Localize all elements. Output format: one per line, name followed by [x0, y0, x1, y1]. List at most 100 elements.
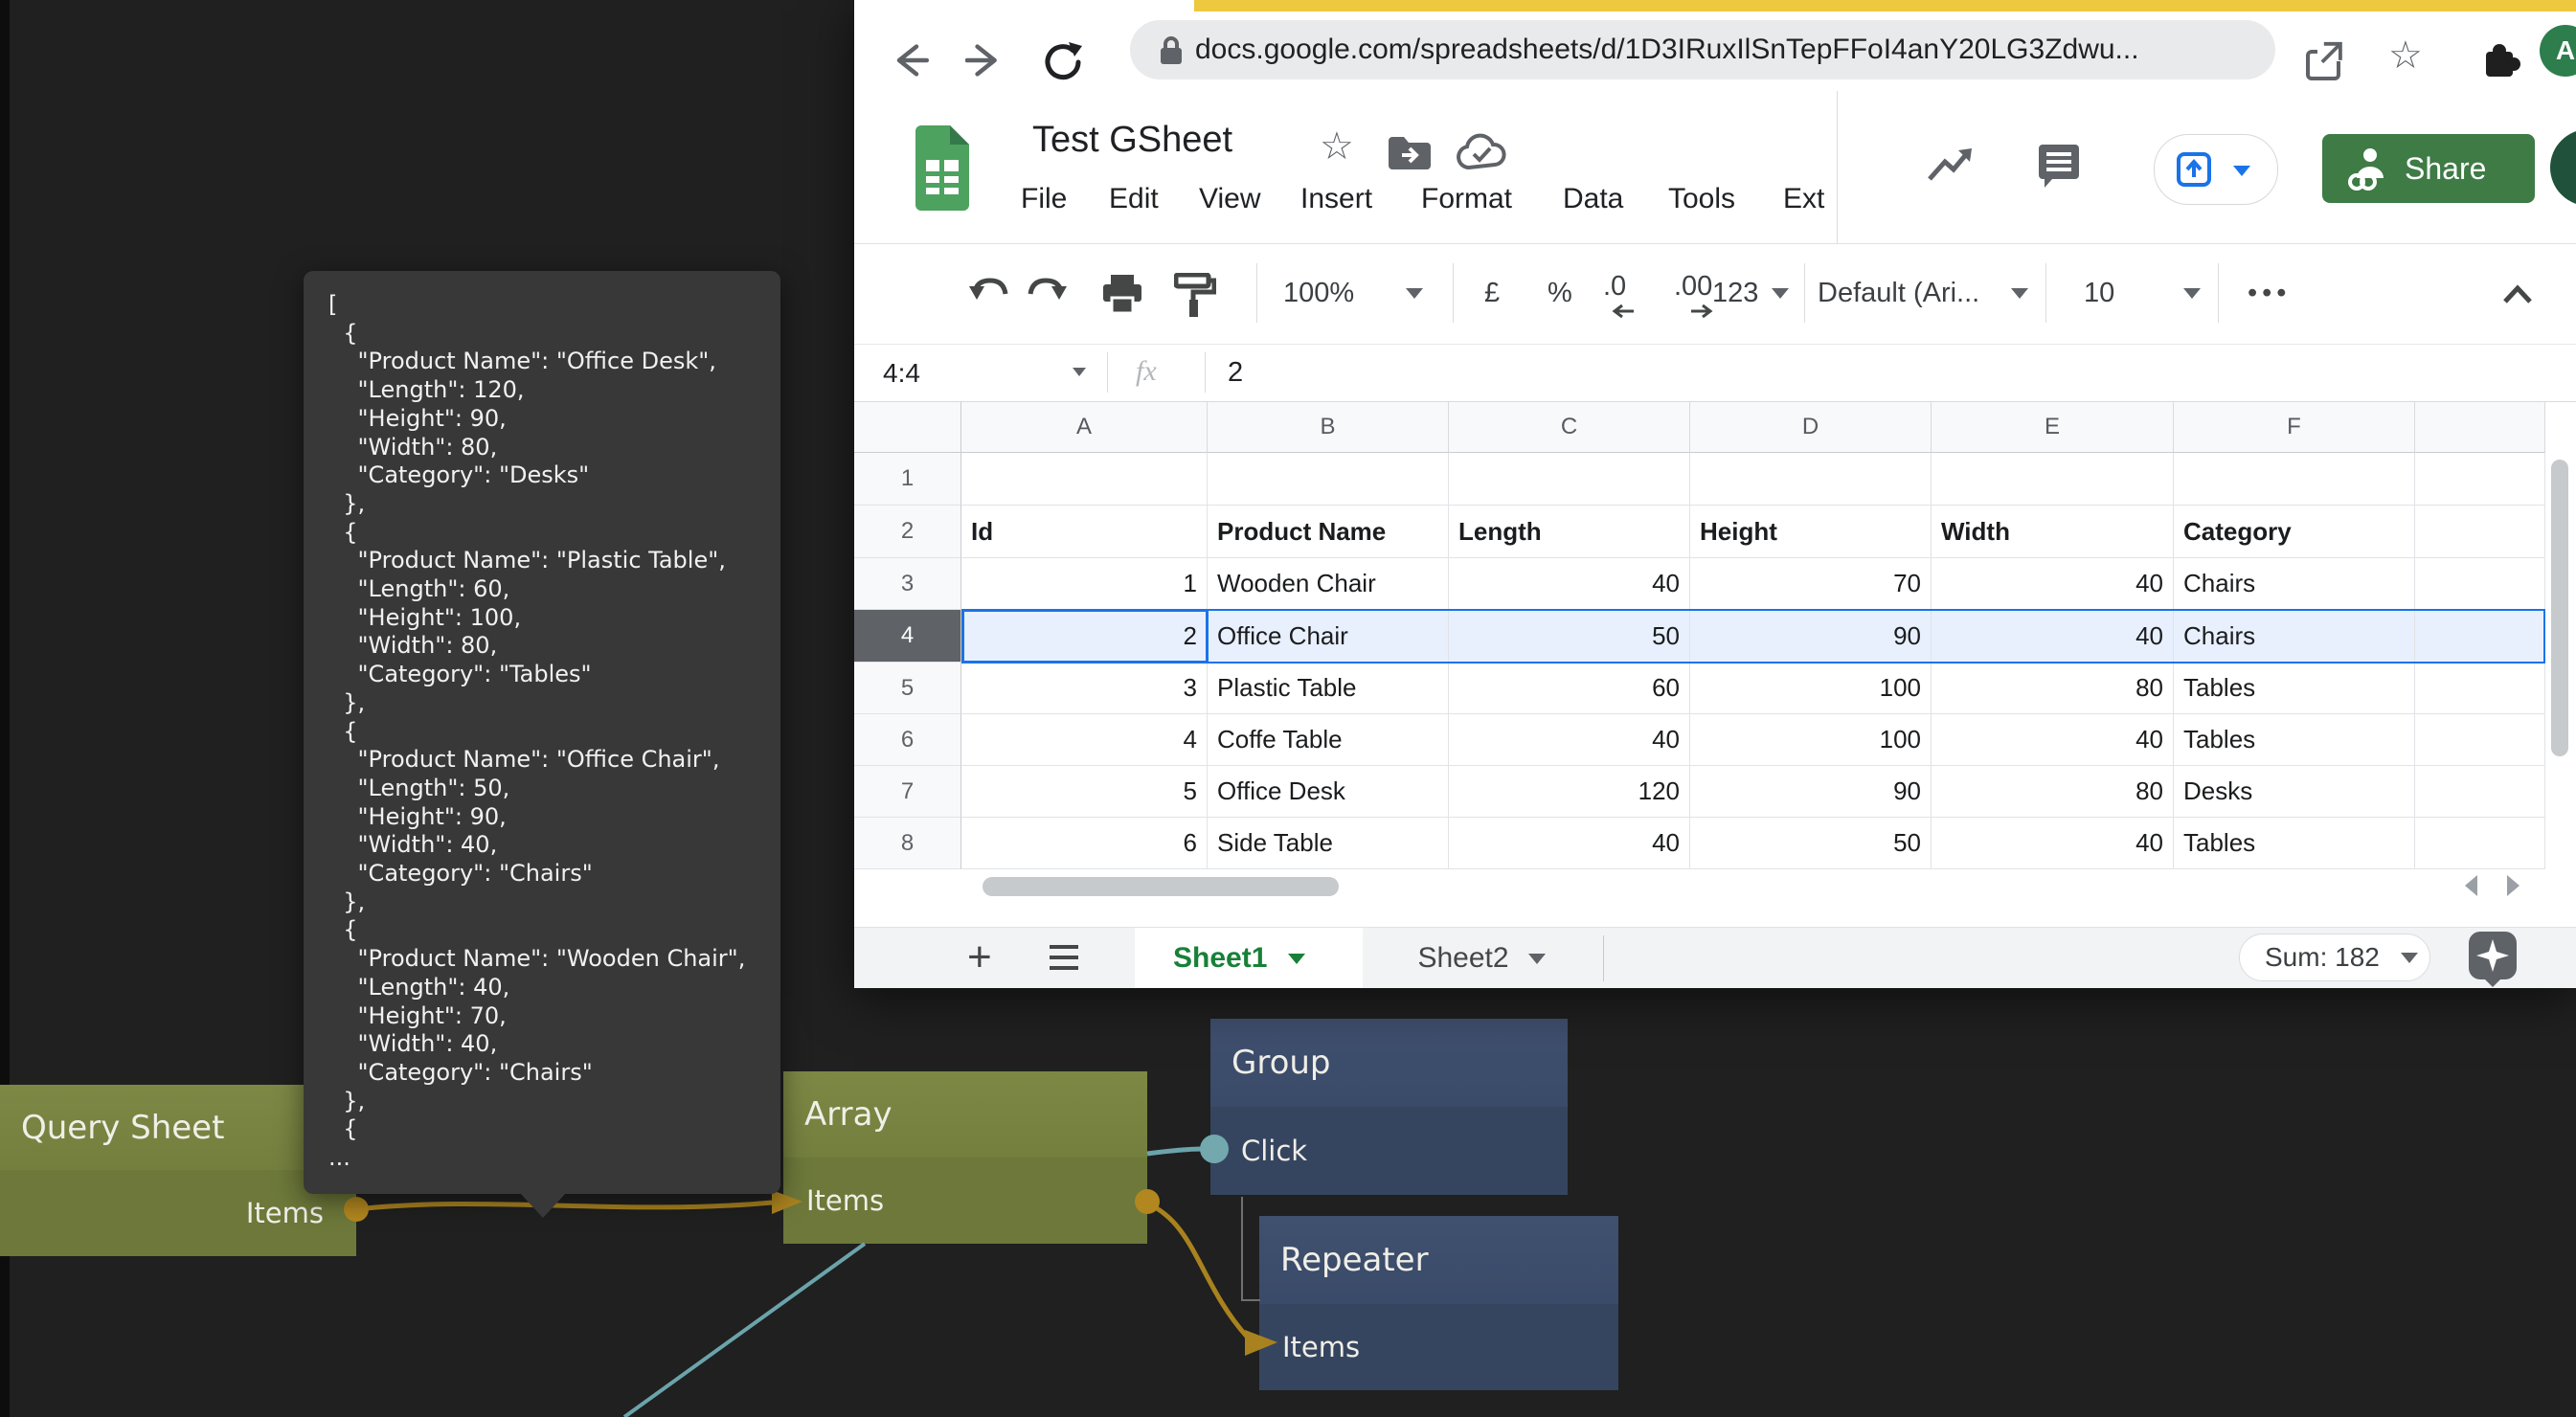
font-select[interactable]: Default (Ari...: [1818, 278, 1979, 309]
cell-E2[interactable]: Width: [1932, 506, 2174, 558]
menu-tools[interactable]: Tools: [1668, 183, 1735, 215]
node-repeater-port-items[interactable]: Items: [1259, 1304, 1618, 1390]
browser-avatar[interactable]: A: [2540, 25, 2576, 77]
cell-C1[interactable]: [1449, 453, 1690, 506]
doc-star-icon[interactable]: ☆: [1320, 127, 1354, 166]
cell-A3[interactable]: 1: [961, 558, 1208, 610]
scroll-left-icon[interactable]: [2465, 875, 2477, 896]
cell-A4[interactable]: 2: [961, 610, 1208, 663]
cell-G2[interactable]: [2415, 506, 2545, 558]
activity-trend-icon[interactable]: [1926, 145, 1976, 187]
cell-B6[interactable]: Coffe Table: [1208, 714, 1449, 766]
node-array[interactable]: Array Items: [783, 1071, 1147, 1244]
node-group-port-click[interactable]: Click: [1210, 1107, 1568, 1195]
collapse-toolbar-icon[interactable]: [2499, 282, 2536, 307]
cell-E3[interactable]: 40: [1932, 558, 2174, 610]
column-header-B[interactable]: B: [1208, 402, 1449, 453]
column-header-A[interactable]: A: [961, 402, 1208, 453]
sheet-tab-sheet1[interactable]: Sheet1: [1135, 928, 1363, 988]
cell-B8[interactable]: Side Table: [1208, 818, 1449, 869]
cell-F7[interactable]: Desks: [2174, 766, 2415, 818]
node-repeater[interactable]: Repeater Items: [1259, 1216, 1618, 1390]
more-formats-button[interactable]: 123: [1712, 278, 1758, 309]
doc-title[interactable]: Test GSheet: [1032, 120, 1232, 161]
format-percent-button[interactable]: %: [1548, 278, 1572, 309]
row-header-3[interactable]: 3: [854, 558, 961, 610]
cell-F2[interactable]: Category: [2174, 506, 2415, 558]
cell-F4[interactable]: Chairs: [2174, 610, 2415, 663]
sheet-tab-sheet2[interactable]: Sheet2: [1363, 928, 1600, 988]
cell-A1[interactable]: [961, 453, 1208, 506]
undo-icon[interactable]: [967, 275, 1011, 313]
menu-data[interactable]: Data: [1563, 183, 1623, 215]
cell-A7[interactable]: 5: [961, 766, 1208, 818]
forward-icon[interactable]: [965, 43, 1007, 81]
cell-D2[interactable]: Height: [1690, 506, 1932, 558]
cell-G3[interactable]: [2415, 558, 2545, 610]
row-header-2[interactable]: 2: [854, 506, 961, 558]
increase-decimal-button[interactable]: .00: [1674, 271, 1712, 303]
cell-D7[interactable]: 90: [1690, 766, 1932, 818]
cell-G5[interactable]: [2415, 663, 2545, 714]
cell-B1[interactable]: [1208, 453, 1449, 506]
cell-B5[interactable]: Plastic Table: [1208, 663, 1449, 714]
zoom-select[interactable]: 100%: [1283, 278, 1354, 309]
horizontal-scrollbar[interactable]: [983, 877, 1339, 896]
row-header-1[interactable]: 1: [854, 453, 961, 506]
cell-A2[interactable]: Id: [961, 506, 1208, 558]
cell-C4[interactable]: 50: [1449, 610, 1690, 663]
present-button[interactable]: [2154, 134, 2278, 205]
scroll-right-icon[interactable]: [2507, 875, 2520, 896]
cell-B7[interactable]: Office Desk: [1208, 766, 1449, 818]
row-header-7[interactable]: 7: [854, 766, 961, 818]
all-sheets-button[interactable]: [1050, 945, 1078, 972]
cell-E4[interactable]: 40: [1932, 610, 2174, 663]
column-header-partial[interactable]: [2415, 402, 2545, 453]
cell-C7[interactable]: 120: [1449, 766, 1690, 818]
cell-C3[interactable]: 40: [1449, 558, 1690, 610]
cell-B3[interactable]: Wooden Chair: [1208, 558, 1449, 610]
cell-D4[interactable]: 90: [1690, 610, 1932, 663]
menu-insert[interactable]: Insert: [1300, 183, 1372, 215]
column-header-E[interactable]: E: [1932, 402, 2174, 453]
cell-G6[interactable]: [2415, 714, 2545, 766]
cell-F1[interactable]: [2174, 453, 2415, 506]
cell-A8[interactable]: 6: [961, 818, 1208, 869]
toolbar-more-button[interactable]: •••: [2248, 278, 2291, 309]
column-header-C[interactable]: C: [1449, 402, 1690, 453]
cell-E5[interactable]: 80: [1932, 663, 2174, 714]
sum-indicator[interactable]: Sum: 182: [2239, 933, 2430, 981]
menu-format[interactable]: Format: [1421, 183, 1512, 215]
cell-B2[interactable]: Product Name: [1208, 506, 1449, 558]
row-header-8[interactable]: 8: [854, 818, 961, 869]
cell-C2[interactable]: Length: [1449, 506, 1690, 558]
row-header-6[interactable]: 6: [854, 714, 961, 766]
cell-G7[interactable]: [2415, 766, 2545, 818]
cell-D8[interactable]: 50: [1690, 818, 1932, 869]
cell-G8[interactable]: [2415, 818, 2545, 869]
column-header-D[interactable]: D: [1690, 402, 1932, 453]
cell-F6[interactable]: Tables: [2174, 714, 2415, 766]
add-sheet-button[interactable]: +: [967, 933, 992, 981]
cell-A5[interactable]: 3: [961, 663, 1208, 714]
row-header-4[interactable]: 4: [854, 610, 961, 663]
cell-E6[interactable]: 40: [1932, 714, 2174, 766]
paint-format-icon[interactable]: [1174, 273, 1216, 319]
row-header-5[interactable]: 5: [854, 663, 961, 714]
font-size-select[interactable]: 10: [2084, 278, 2114, 309]
back-icon[interactable]: [891, 43, 933, 81]
share-button[interactable]: Share: [2322, 134, 2535, 203]
comment-icon[interactable]: [2035, 143, 2083, 191]
formula-input-value[interactable]: 2: [1228, 357, 1243, 389]
menu-file[interactable]: File: [1021, 183, 1067, 215]
redo-icon[interactable]: [1025, 275, 1069, 313]
cell-B4[interactable]: Office Chair: [1208, 610, 1449, 663]
select-all-corner[interactable]: [854, 402, 961, 453]
column-header-F[interactable]: F: [2174, 402, 2415, 453]
node-group[interactable]: Group Click: [1210, 1019, 1568, 1195]
share-page-icon[interactable]: [2304, 40, 2348, 84]
account-avatar[interactable]: [2550, 129, 2576, 206]
cell-F5[interactable]: Tables: [2174, 663, 2415, 714]
explore-button[interactable]: [2469, 932, 2517, 979]
extensions-puzzle-icon[interactable]: [2480, 38, 2524, 82]
